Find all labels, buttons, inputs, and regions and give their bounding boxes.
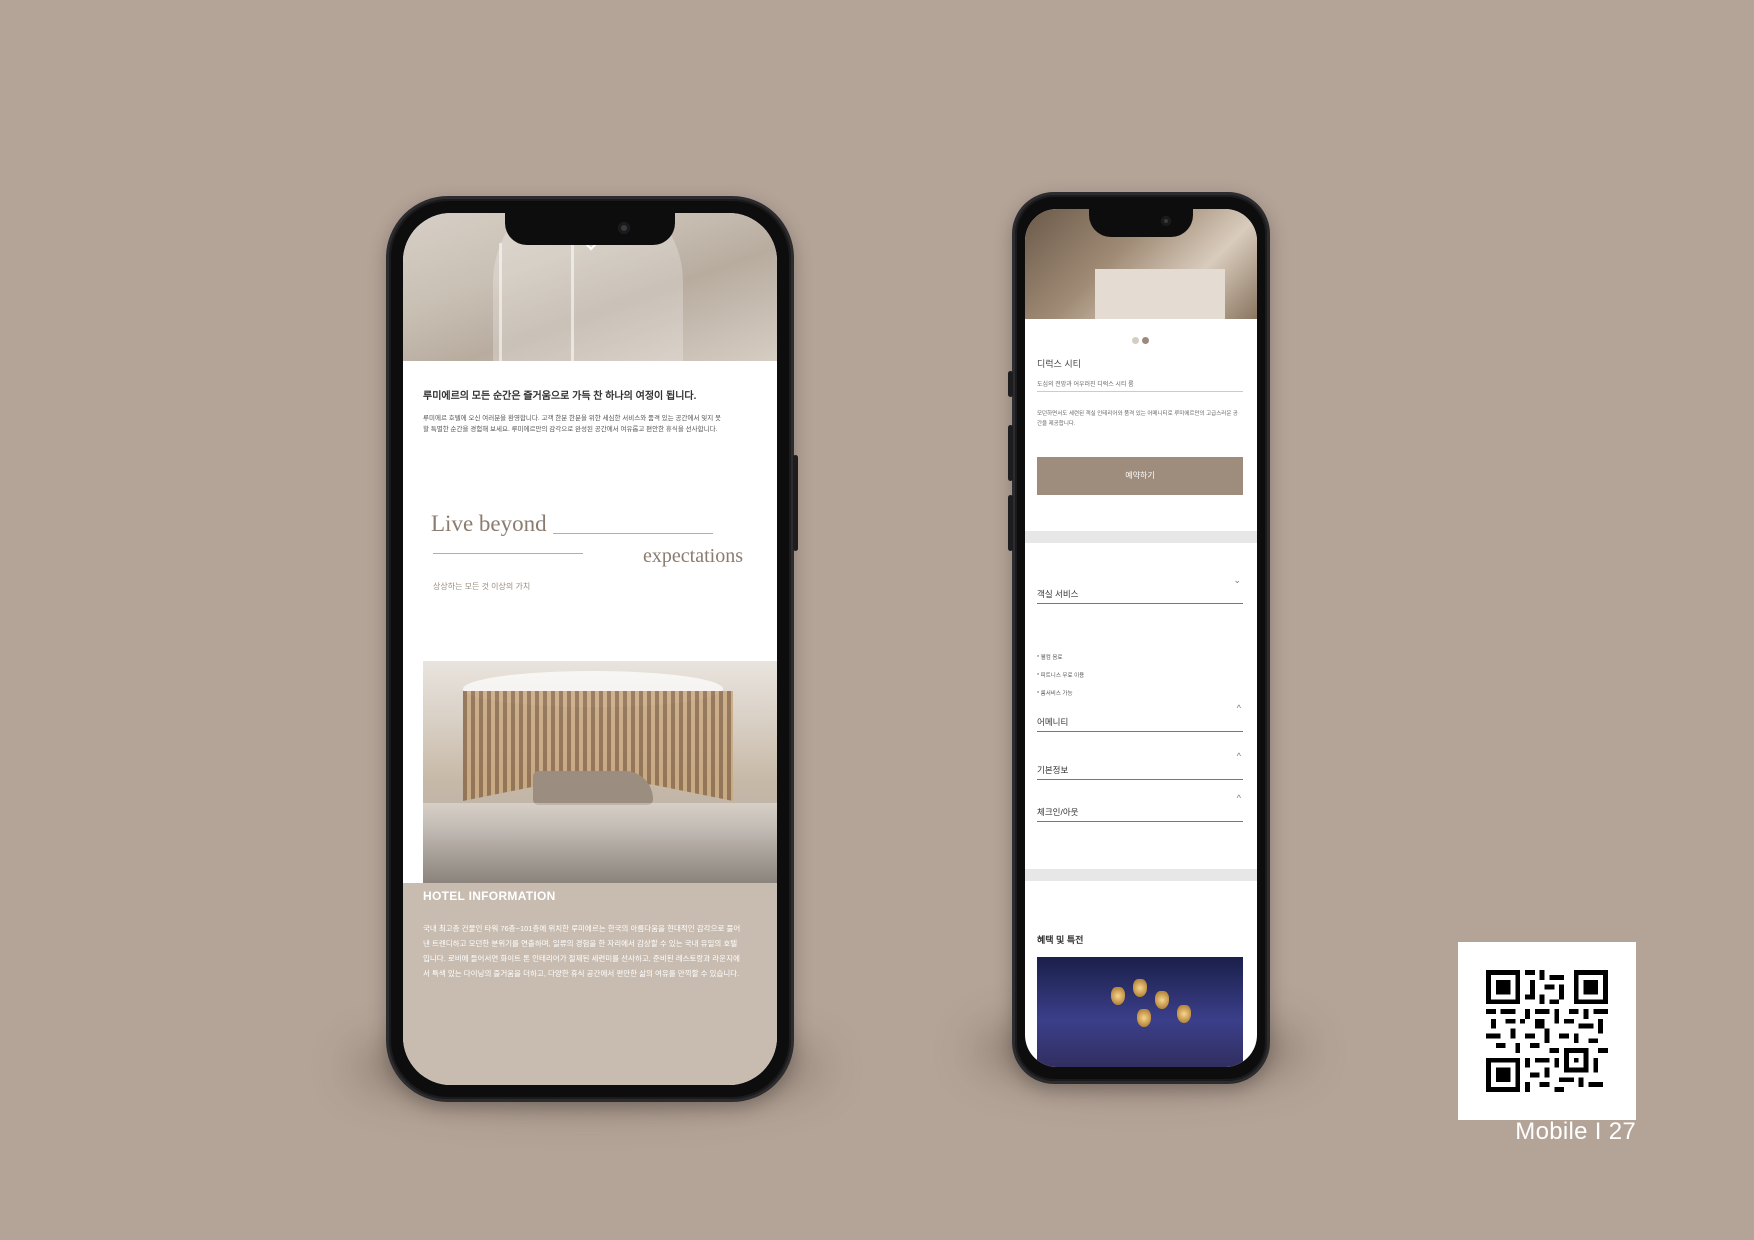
service-list: * 웰컴 음료 * 피트니스 무료 이용 * 룸서비스 가능 <box>1037 649 1084 703</box>
volume-down-button <box>1008 495 1013 551</box>
chevron-down-icon: ⌄ <box>1233 575 1241 585</box>
carousel-dot-active[interactable] <box>1142 337 1149 344</box>
divider <box>1037 391 1243 392</box>
info-background <box>403 883 777 1085</box>
qr-code-icon <box>1486 970 1608 1092</box>
list-item: * 룸서비스 가능 <box>1037 691 1073 697</box>
lamp-decoration <box>1155 991 1169 1009</box>
phone-left: 루미에르의 모든 순간은 즐거움으로 가득 찬 하나의 여정이 됩니다. 루미에… <box>386 196 798 1102</box>
pillar-decoration <box>571 243 574 363</box>
accordion-label: 어메니티 <box>1037 717 1069 727</box>
accordion-amenity[interactable]: 어메니티 ^ <box>1037 703 1243 732</box>
divider <box>553 533 713 534</box>
divider <box>433 553 583 554</box>
marble-floor <box>423 803 777 883</box>
bed-decoration <box>1095 269 1225 319</box>
camera-icon <box>1161 216 1171 226</box>
section-divider <box>1025 869 1257 881</box>
slogan-line-2: expectations <box>643 545 743 567</box>
notch <box>1089 209 1193 237</box>
list-item: * 웰컴 음료 <box>1037 655 1063 661</box>
accordion-label: 객실 서비스 <box>1037 589 1079 599</box>
carousel-dots <box>1132 331 1152 349</box>
lamp-decoration <box>1133 979 1147 997</box>
accordion-label: 체크인/아웃 <box>1037 807 1079 817</box>
lamp-decoration <box>1177 1005 1191 1023</box>
slogan-line-1: Live beyond <box>431 511 547 536</box>
power-button <box>793 455 798 551</box>
room-description: 모던하면서도 세련된 객실 인테리어와 품격 있는 어메니티로 루미에르만의 고… <box>1037 411 1238 427</box>
phone-right: 디럭스 시티 도심의 전망과 어우러진 디럭스 시티 룸 모던하면서도 세련된 … <box>1008 192 1270 1084</box>
lamp-decoration <box>1137 1009 1151 1027</box>
benefits-title: 혜택 및 특전 <box>1037 935 1084 945</box>
chevron-up-icon: ^ <box>1236 793 1241 803</box>
benefits-image <box>1037 957 1243 1067</box>
camera-icon <box>618 222 630 234</box>
room-title: 디럭스 시티 <box>1037 359 1081 369</box>
accordion-checkin[interactable]: 체크인/아웃 ^ <box>1037 793 1243 822</box>
page-caption: Mobile I 27 <box>1515 1118 1636 1145</box>
accordion-basic-info[interactable]: 기본정보 ^ <box>1037 751 1243 780</box>
mute-switch <box>1008 371 1013 397</box>
reception-desk <box>533 771 653 805</box>
intro-title: 루미에르의 모든 순간은 즐거움으로 가득 찬 하나의 여정이 됩니다. <box>423 391 697 402</box>
accordion-label: 기본정보 <box>1037 765 1069 775</box>
phone-left-screen: 루미에르의 모든 순간은 즐거움으로 가득 찬 하나의 여정이 됩니다. 루미에… <box>403 213 777 1085</box>
list-item: * 피트니스 무료 이용 <box>1037 673 1085 679</box>
pillar-decoration <box>499 243 502 363</box>
book-button[interactable]: 예약하기 <box>1037 457 1243 495</box>
carousel-dot[interactable] <box>1132 337 1139 344</box>
notch <box>505 213 675 245</box>
room-subtitle: 도심의 전망과 어우러진 디럭스 시티 룸 <box>1037 382 1134 388</box>
lobby-image <box>423 661 777 883</box>
volume-up-button <box>1008 425 1013 481</box>
accordion-room-service[interactable]: 객실 서비스 ⌄ <box>1037 575 1243 604</box>
info-title: HOTEL INFORMATION <box>423 889 556 903</box>
phone-right-screen: 디럭스 시티 도심의 전망과 어우러진 디럭스 시티 룸 모던하면서도 세련된 … <box>1025 209 1257 1067</box>
chevron-up-icon: ^ <box>1236 703 1241 713</box>
chevron-up-icon: ^ <box>1236 751 1241 761</box>
section-divider <box>1025 531 1257 543</box>
qr-code-card <box>1458 942 1636 1120</box>
intro-body: 루미에르 호텔에 오신 여러분을 환영합니다. 고객 한분 한분을 위한 세심한… <box>423 415 721 433</box>
slogan-subtitle: 상상하는 모든 것 이상의 가치 <box>433 582 531 591</box>
info-body: 국내 최고층 건물인 타워 76층~101층에 위치한 루미에르는 한국의 아름… <box>423 924 741 978</box>
lamp-decoration <box>1111 987 1125 1005</box>
